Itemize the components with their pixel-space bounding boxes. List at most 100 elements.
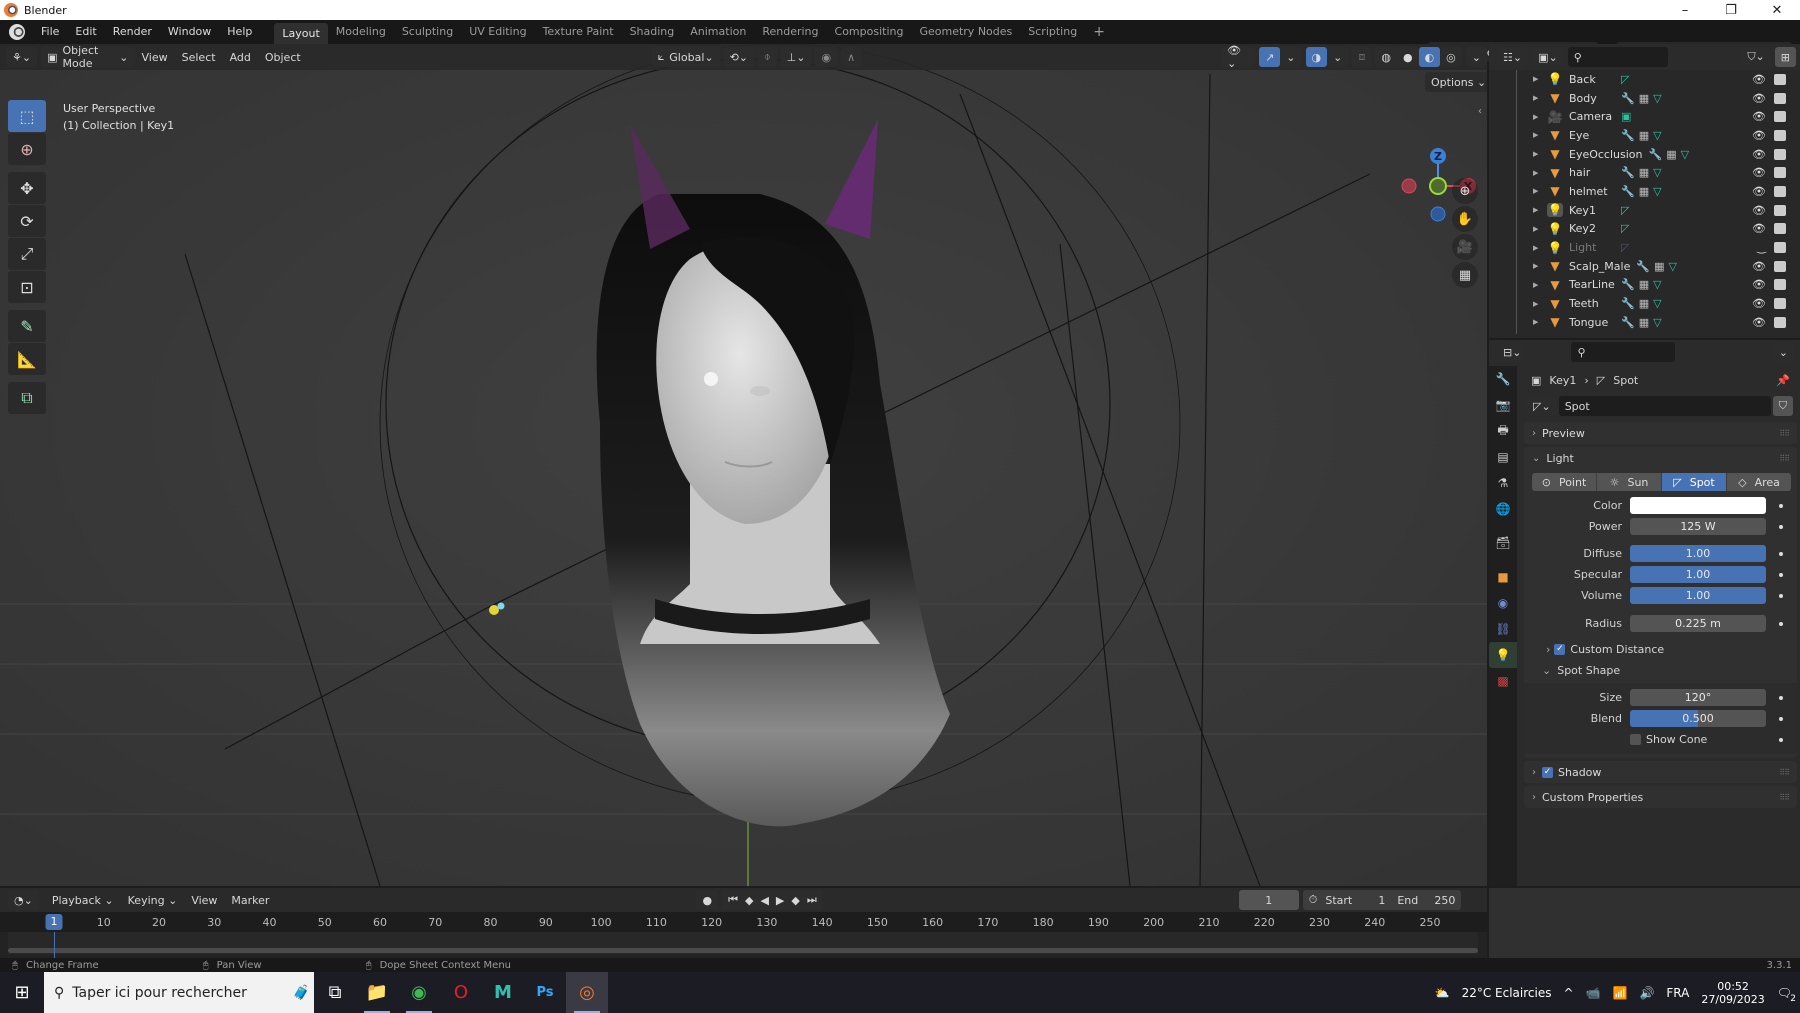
- render-camera-icon[interactable]: [1774, 73, 1786, 85]
- tab-scene[interactable]: ⚗: [1489, 470, 1517, 496]
- light-type-spot[interactable]: ◸ Spot: [1662, 473, 1727, 491]
- tab-animation[interactable]: Animation: [682, 22, 754, 42]
- gizmo-neg-x[interactable]: [1401, 178, 1417, 194]
- light-type-area[interactable]: ◇ Area: [1727, 473, 1791, 491]
- menu-file[interactable]: File: [33, 20, 67, 44]
- volume-icon[interactable]: 🔊: [1639, 986, 1654, 1000]
- modifier-icon[interactable]: 🔧: [1621, 92, 1635, 105]
- tab-rendering[interactable]: Rendering: [754, 22, 826, 42]
- power-field[interactable]: 125 W: [1630, 518, 1766, 535]
- gizmo-dropdown[interactable]: ⌄: [1280, 47, 1302, 67]
- display-mode-dropdown[interactable]: ▣⌄: [1532, 47, 1564, 67]
- meet-now-icon[interactable]: 📹: [1586, 986, 1601, 1000]
- overlays-toggle[interactable]: ◑: [1305, 47, 1328, 67]
- outliner-item-back[interactable]: ▶ 💡 Back ◸ 👁: [1489, 70, 1800, 89]
- keyframe-dot-icon[interactable]: [1779, 695, 1783, 700]
- expand-arrow-icon[interactable]: ▶: [1533, 244, 1543, 252]
- visibility-dropdown[interactable]: 👁⌄: [1221, 44, 1256, 70]
- properties-editor-type[interactable]: ⊟⌄: [1497, 342, 1528, 362]
- render-camera-icon[interactable]: [1774, 223, 1786, 235]
- sidebar-toggle-arrow[interactable]: ‹: [1478, 106, 1482, 117]
- modifier-icon[interactable]: 🔧: [1649, 148, 1663, 161]
- clock[interactable]: 00:52 27/09/2023: [1701, 980, 1764, 1006]
- modifier-icon[interactable]: 🔧: [1636, 260, 1650, 273]
- pin-icon[interactable]: 📌: [1776, 374, 1790, 387]
- tab-render[interactable]: 📷: [1489, 392, 1517, 418]
- render-camera-icon[interactable]: [1774, 298, 1786, 310]
- prev-keyframe-button[interactable]: ◆: [745, 894, 753, 907]
- light-data-icon[interactable]: ◸: [1621, 222, 1629, 235]
- properties-search-input[interactable]: ⚲: [1571, 342, 1676, 362]
- menu-marker[interactable]: Marker: [224, 894, 276, 907]
- light-target-handle[interactable]: [497, 602, 505, 610]
- next-keyframe-button[interactable]: ◆: [791, 894, 799, 907]
- outliner-item-name[interactable]: Light: [1569, 241, 1615, 254]
- vertex-groups-icon[interactable]: ▦: [1639, 129, 1649, 142]
- outliner-item-name[interactable]: Back: [1569, 73, 1615, 86]
- options-dropdown[interactable]: Options ⌄: [1425, 72, 1487, 92]
- eye-icon[interactable]: 👁: [1752, 278, 1766, 291]
- eye-icon[interactable]: 👁: [1752, 148, 1766, 161]
- light-data-icon[interactable]: ◸: [1621, 241, 1629, 254]
- panel-shadow-header[interactable]: › ✓ Shadow ⠿⠿: [1524, 761, 1797, 783]
- outliner-item-name[interactable]: Camera: [1569, 110, 1615, 123]
- render-camera-icon[interactable]: [1774, 242, 1786, 254]
- mesh-data-icon[interactable]: ▽: [1653, 129, 1661, 142]
- vertex-groups-icon[interactable]: ▦: [1639, 92, 1649, 105]
- modifier-icon[interactable]: 🔧: [1621, 278, 1635, 291]
- expand-arrow-icon[interactable]: ▶: [1533, 150, 1543, 158]
- outliner-search-input[interactable]: ⚲: [1567, 47, 1668, 67]
- gizmo-neg-z[interactable]: [1430, 206, 1446, 222]
- proportional-edit-toggle[interactable]: ◉: [815, 47, 838, 67]
- show-hidden-icons-button[interactable]: ^: [1563, 986, 1573, 1000]
- navigation-gizmo[interactable]: Z X: [1390, 102, 1480, 222]
- play-reverse-button[interactable]: ◀: [760, 894, 768, 907]
- task-view-button[interactable]: ⧉: [314, 972, 356, 1013]
- mesh-data-icon[interactable]: ▽: [1653, 166, 1661, 179]
- drag-grip-icon[interactable]: ⠿⠿: [1779, 793, 1790, 802]
- gizmo-toggle[interactable]: ↗: [1259, 47, 1281, 67]
- expand-arrow-icon[interactable]: ▶: [1533, 262, 1543, 270]
- mesh-data-icon[interactable]: ▽: [1653, 185, 1661, 198]
- shading-material-preview[interactable]: ◐: [1418, 47, 1441, 67]
- menu-edit[interactable]: Edit: [67, 20, 104, 44]
- keyframe-dot-icon[interactable]: [1779, 716, 1783, 721]
- xray-toggle[interactable]: ⧈: [1352, 47, 1372, 67]
- eye-closed-icon[interactable]: ‿: [1757, 241, 1766, 254]
- panel-light-header[interactable]: ⌄ Light ⠿⠿: [1524, 447, 1797, 469]
- editor-type-button[interactable]: ⚘⌄: [6, 47, 38, 67]
- outliner-item-name[interactable]: Key1: [1569, 204, 1615, 217]
- eye-icon[interactable]: 👁: [1752, 297, 1766, 310]
- render-camera-icon[interactable]: [1774, 279, 1786, 291]
- outliner-item-light[interactable]: ▶ 💡 Light ◸ ‿: [1489, 238, 1800, 257]
- transform-orientation-dropdown[interactable]: ⟀ Global ⌄: [651, 47, 720, 67]
- outliner-item-name[interactable]: Eye: [1569, 129, 1615, 142]
- keyframe-dot-icon[interactable]: [1779, 621, 1783, 626]
- expand-arrow-icon[interactable]: ▶: [1533, 187, 1543, 195]
- pivot-point-dropdown[interactable]: ⟲⌄: [723, 47, 755, 67]
- input-language[interactable]: FRA: [1666, 986, 1689, 1000]
- shading-solid[interactable]: ●: [1396, 47, 1419, 67]
- timeline-editor-type[interactable]: ◔⌄: [8, 890, 39, 910]
- radius-field[interactable]: 0.225 m: [1630, 615, 1766, 632]
- object-mode-dropdown[interactable]: ▣ Object Mode ⌄: [41, 44, 135, 70]
- eye-icon[interactable]: 👁: [1752, 222, 1766, 235]
- keyframe-dot-icon[interactable]: [1779, 503, 1783, 508]
- eye-icon[interactable]: 👁: [1752, 185, 1766, 198]
- expand-arrow-icon[interactable]: ▶: [1533, 94, 1543, 102]
- expand-arrow-icon[interactable]: ▶: [1533, 169, 1543, 177]
- tab-geometry-nodes[interactable]: Geometry Nodes: [911, 22, 1020, 42]
- expand-arrow-icon[interactable]: ▶: [1533, 75, 1543, 83]
- custom-distance-subpanel[interactable]: › ✓ Custom Distance: [1524, 639, 1797, 660]
- drag-grip-icon[interactable]: ⠿⠿: [1779, 768, 1790, 777]
- menu-add[interactable]: Add: [223, 51, 258, 64]
- end-frame-field[interactable]: End 250: [1397, 894, 1455, 907]
- pan-view-button[interactable]: ✋: [1452, 206, 1478, 232]
- tab-object[interactable]: ■: [1489, 564, 1517, 590]
- vertex-groups-icon[interactable]: ▦: [1654, 260, 1664, 273]
- timeline-scrollbar[interactable]: [8, 948, 1478, 953]
- taskbar-photoshop[interactable]: Ps: [524, 972, 566, 1013]
- eye-icon[interactable]: 👁: [1752, 73, 1766, 86]
- eye-icon[interactable]: 👁: [1752, 110, 1766, 123]
- tab-world[interactable]: 🌐: [1489, 496, 1517, 522]
